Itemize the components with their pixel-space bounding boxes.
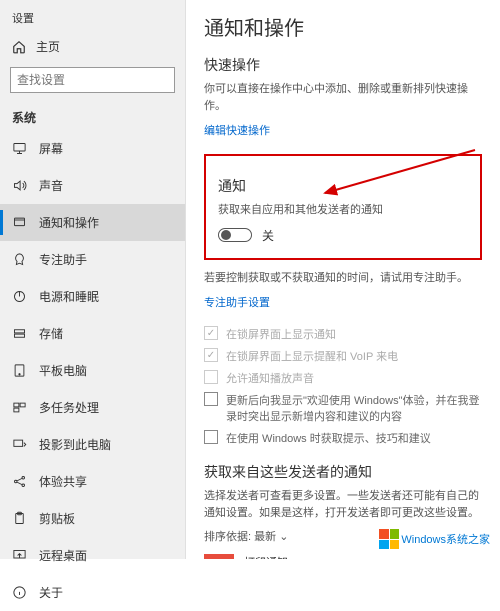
sidebar-item-sound[interactable]: 声音: [0, 167, 185, 204]
watermark: Windows系统之家: [379, 529, 490, 549]
quick-actions-heading: 快速操作: [204, 55, 482, 75]
multitask-icon: [12, 400, 27, 415]
sidebar-item-label: 远程桌面: [39, 547, 87, 564]
notifications-highlight: 通知 获取来自应用和其他发送者的通知 关: [204, 154, 482, 260]
check-welcome-experience[interactable]: 更新后向我显示"欢迎使用 Windows"体验，并在我登录时突出显示新增内容和建…: [204, 392, 482, 424]
check-label: 在锁屏界面上显示提醒和 VoIP 来电: [226, 348, 398, 364]
sidebar-item-label: 存储: [39, 325, 63, 342]
notifications-heading: 通知: [218, 176, 468, 196]
sidebar-item-power[interactable]: 电源和睡眠: [0, 278, 185, 315]
sidebar-item-label: 屏幕: [39, 140, 63, 157]
search-input[interactable]: [17, 73, 172, 87]
focus-note: 若要控制获取或不获取通知的时间，请试用专注助手。: [204, 270, 482, 287]
check-tips[interactable]: 在使用 Windows 时获取提示、技巧和建议: [204, 430, 482, 446]
checkbox-icon[interactable]: [204, 430, 218, 444]
sidebar-item-clipboard[interactable]: 剪贴板: [0, 500, 185, 537]
clipboard-icon: [12, 511, 27, 526]
sidebar-item-label: 关于: [39, 584, 63, 601]
remote-icon: [12, 548, 27, 563]
sender-name: 打印通知: [244, 554, 422, 560]
sidebar-section-system: 系统: [0, 103, 185, 130]
senders-desc: 选择发送者可查看更多设置。一些发送者还可能有自己的通知设置。如果是这样，打开发送…: [204, 488, 482, 521]
check-play-sound: 允许通知播放声音: [204, 370, 482, 386]
sidebar-item-label: 体验共享: [39, 473, 87, 490]
quick-actions-desc: 你可以直接在操作中心中添加、删除或重新排列快速操作。: [204, 81, 482, 114]
sidebar-item-multitasking[interactable]: 多任务处理: [0, 389, 185, 426]
sidebar-item-label: 平板电脑: [39, 362, 87, 379]
checkbox-icon: ✓: [204, 326, 218, 340]
sidebar-item-remote-desktop[interactable]: 远程桌面: [0, 537, 185, 574]
app-icon: 印: [204, 554, 234, 559]
check-lockscreen-voip: ✓ 在锁屏界面上显示提醒和 VoIP 来电: [204, 348, 482, 364]
sidebar-item-focus-assist[interactable]: 专注助手: [0, 241, 185, 278]
sidebar-item-about[interactable]: 关于: [0, 574, 185, 611]
checkbox-icon: ✓: [204, 348, 218, 362]
check-label: 更新后向我显示"欢迎使用 Windows"体验，并在我登录时突出显示新增内容和建…: [226, 392, 482, 424]
check-label: 在锁屏界面上显示通知: [226, 326, 336, 342]
sound-icon: [12, 178, 27, 193]
sidebar-item-label: 多任务处理: [39, 399, 99, 416]
sidebar-item-label: 声音: [39, 177, 63, 194]
share-icon: [12, 474, 27, 489]
sidebar-item-shared-experiences[interactable]: 体验共享: [0, 463, 185, 500]
sidebar-item-storage[interactable]: 存储: [0, 315, 185, 352]
sidebar-item-label: 投影到此电脑: [39, 436, 111, 453]
check-label: 允许通知播放声音: [226, 370, 314, 386]
project-icon: [12, 437, 27, 452]
focus-assist-link[interactable]: 专注助手设置: [204, 294, 270, 310]
home-link[interactable]: 主页: [0, 30, 185, 63]
search-box[interactable]: [10, 67, 175, 93]
sidebar-item-tablet[interactable]: 平板电脑: [0, 352, 185, 389]
edit-quick-actions-link[interactable]: 编辑快速操作: [204, 122, 270, 138]
sidebar-item-label: 专注助手: [39, 251, 87, 268]
home-icon: [12, 40, 26, 54]
display-icon: [12, 141, 27, 156]
home-label: 主页: [36, 38, 60, 55]
check-label: 在使用 Windows 时获取提示、技巧和建议: [226, 430, 431, 446]
sidebar-item-label: 剪贴板: [39, 510, 75, 527]
chevron-down-icon: ⌄: [279, 531, 288, 543]
storage-icon: [12, 326, 27, 341]
tablet-icon: [12, 363, 27, 378]
senders-heading: 获取来自这些发送者的通知: [204, 462, 482, 482]
sidebar-item-notifications[interactable]: 通知和操作: [0, 204, 185, 241]
page-title: 通知和操作: [204, 12, 482, 41]
windows-logo-icon: [379, 529, 399, 549]
about-icon: [12, 585, 27, 600]
power-icon: [12, 289, 27, 304]
sidebar-item-label: 电源和睡眠: [39, 288, 99, 305]
sidebar-item-projecting[interactable]: 投影到此电脑: [0, 426, 185, 463]
notifications-toggle[interactable]: [218, 228, 252, 242]
sidebar-item-label: 通知和操作: [39, 214, 99, 231]
sender-print[interactable]: 印 打印通知 开: 横幅, 声音 开: [204, 554, 482, 560]
notifications-desc: 获取来自应用和其他发送者的通知: [218, 202, 468, 219]
check-lockscreen-notifications: ✓ 在锁屏界面上显示通知: [204, 326, 482, 342]
notifications-icon: [12, 215, 27, 230]
toggle-state-label: 关: [262, 227, 274, 244]
checkbox-icon[interactable]: [204, 392, 218, 406]
focus-icon: [12, 252, 27, 267]
app-title: 设置: [0, 6, 185, 30]
checkbox-icon: [204, 370, 218, 384]
sidebar-item-display[interactable]: 屏幕: [0, 130, 185, 167]
